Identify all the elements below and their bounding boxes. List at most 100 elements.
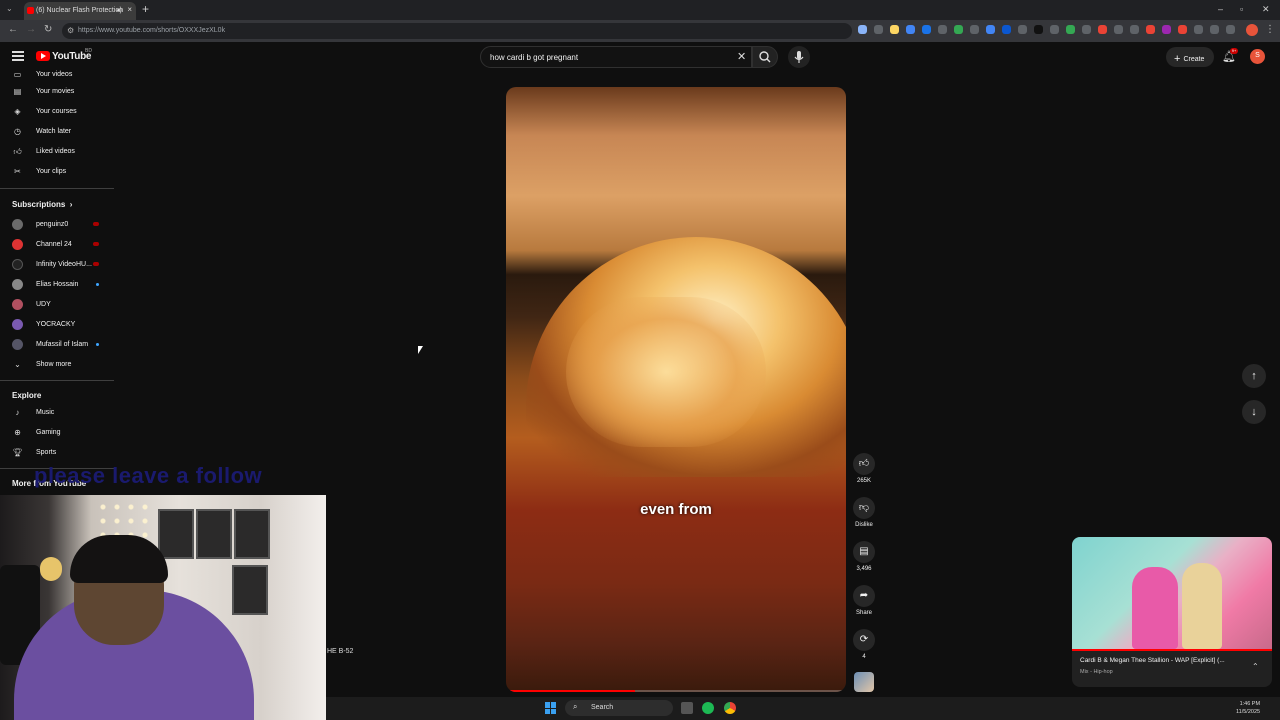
extension-icon[interactable] [1082, 25, 1091, 34]
browser-tab-active[interactable]: (6) Nuclear Flash Protection ◂) × [24, 2, 136, 20]
extension-icon[interactable] [906, 25, 915, 34]
extension-icon[interactable] [1130, 25, 1139, 34]
video-progress-fill [506, 690, 636, 692]
sidebar-item-infinity-video[interactable]: Infinity VideoHU... [0, 256, 116, 274]
windows-start-icon[interactable] [545, 702, 557, 714]
reload-icon[interactable]: ↻ [44, 24, 52, 35]
sidebar-item-sports[interactable]: 🏆︎ Sports [0, 444, 116, 462]
like-button[interactable]: 👍︎ 265K [852, 453, 876, 484]
extension-icon[interactable] [1146, 25, 1155, 34]
subscriptions-heading[interactable]: Subscriptions › [12, 200, 72, 209]
side-panel-icon[interactable] [1226, 25, 1235, 34]
sidebar-item-channel-24[interactable]: Channel 24 [0, 236, 116, 254]
extension-icon[interactable] [938, 25, 947, 34]
video-progress-bar[interactable] [506, 690, 846, 692]
youtube-logo-icon[interactable] [36, 51, 50, 61]
clear-search-icon[interactable]: ✕ [737, 50, 746, 63]
live-indicator [93, 262, 99, 266]
tab-search-chevron-icon[interactable]: ⌄ [6, 4, 13, 13]
sidebar-item-udy[interactable]: UDY [0, 296, 116, 314]
extensions-puzzle-icon[interactable] [1210, 25, 1219, 34]
extension-icon[interactable] [970, 25, 979, 34]
chrome-icon[interactable] [724, 702, 736, 714]
search-input[interactable]: how cardi b got pregnant ✕ [480, 46, 752, 68]
mini-player[interactable]: Cardi B & Megan Thee Stallion - WAP [Exp… [1072, 537, 1272, 687]
search-button[interactable] [752, 46, 778, 68]
extension-icon[interactable] [1194, 25, 1203, 34]
sidebar-item-music[interactable]: ♪ Music [0, 404, 116, 422]
previous-short-arrow-up-icon[interactable]: ↑ [1242, 364, 1266, 388]
forward-arrow-icon[interactable]: → [26, 24, 36, 35]
back-arrow-icon[interactable]: ← [8, 24, 18, 35]
extension-icon[interactable] [1066, 25, 1075, 34]
wall-photo [158, 509, 194, 559]
live-indicator [93, 242, 99, 246]
search-icon [759, 51, 771, 63]
extension-icon[interactable] [922, 25, 931, 34]
extension-icon[interactable] [1034, 25, 1043, 34]
window-close-button[interactable]: ✕ [1262, 4, 1270, 15]
account-avatar[interactable]: S [1250, 49, 1265, 64]
remix-button[interactable]: ⟳ 4 [852, 629, 876, 660]
extension-icon[interactable] [1098, 25, 1107, 34]
sidebar-item-penguinz0[interactable]: penguinz0 [0, 216, 116, 234]
extension-icon[interactable] [1178, 25, 1187, 34]
sidebar-item-gaming[interactable]: ⊕ Gaming [0, 424, 116, 442]
mini-player-title[interactable]: Cardi B & Megan Thee Stallion - WAP [Exp… [1080, 657, 1250, 664]
sidebar-item-your-courses[interactable]: ◈ Your courses [0, 103, 116, 121]
url-field[interactable]: ⚙ https://www.youtube.com/shorts/OXXXJez… [62, 23, 852, 39]
extension-icon[interactable] [1018, 25, 1027, 34]
show-more-button[interactable]: ⌄ Show more [0, 356, 116, 374]
mini-player-video[interactable] [1072, 537, 1272, 649]
sidebar-item-your-videos[interactable]: ▭ Your videos [0, 66, 116, 84]
next-short-arrow-down-icon[interactable]: ↓ [1242, 400, 1266, 424]
file-explorer-icon[interactable] [681, 702, 693, 714]
extension-icon[interactable] [1162, 25, 1171, 34]
create-button[interactable]: + Create [1166, 47, 1214, 67]
spotify-icon[interactable] [702, 702, 714, 714]
sidebar-item-yocracky[interactable]: YOCRACKY [0, 316, 116, 334]
window-maximize-button[interactable]: ▫ [1240, 4, 1243, 14]
scissors-icon: ✂ [14, 167, 21, 176]
sidebar-item-watch-later[interactable]: ◷ Watch later [0, 123, 116, 141]
taskbar-search[interactable]: ⌕ Search [565, 700, 673, 716]
site-info-icon[interactable]: ⚙ [67, 26, 74, 35]
browser-address-bar: ← → ↻ ⚙ https://www.youtube.com/shorts/O… [0, 20, 1280, 42]
sidebar-item-liked-videos[interactable]: 👍︎ Liked videos [0, 143, 116, 161]
mini-player-progress[interactable] [1072, 649, 1272, 651]
sidebar-item-your-clips[interactable]: ✂ Your clips [0, 163, 116, 181]
voice-search-button[interactable] [788, 46, 810, 68]
comment-count: 3,496 [856, 566, 872, 572]
sound-thumbnail[interactable] [854, 672, 874, 692]
mini-player-subtitle: Mix - Hip-hop [1080, 669, 1113, 675]
mouse-cursor-icon [418, 346, 423, 354]
short-video-player[interactable]: even from [506, 87, 846, 692]
extension-icon[interactable] [874, 25, 883, 34]
sidebar-item-mufassil-of-islam[interactable]: Mufassil of Islam [0, 336, 116, 354]
browser-profile-avatar[interactable] [1246, 24, 1258, 36]
wall-photo [232, 565, 268, 615]
browser-menu-icon[interactable]: ⋮ [1265, 24, 1275, 35]
sidebar-item-your-movies[interactable]: ▤ Your movies [0, 83, 116, 101]
tab-close-icon[interactable]: × [127, 5, 132, 14]
extension-icon[interactable] [986, 25, 995, 34]
tab-audio-icon[interactable]: ◂) [116, 6, 122, 14]
window-minimize-button[interactable]: – [1218, 4, 1223, 14]
live-indicator [93, 222, 99, 226]
new-tab-button[interactable]: + [142, 2, 149, 16]
share-button[interactable]: ➦ Share [852, 585, 876, 616]
taskbar-clock[interactable]: 1:46 PM 11/5/2025 [1236, 700, 1260, 716]
chevron-up-icon[interactable]: ⌃ [1252, 662, 1259, 671]
extension-icon[interactable] [1114, 25, 1123, 34]
menu-icon[interactable] [12, 51, 24, 61]
channel-name: Channel 24 [36, 241, 72, 248]
extension-icon[interactable] [1002, 25, 1011, 34]
bookmark-star-icon[interactable] [890, 25, 899, 34]
sidebar-item-elias-hossain[interactable]: Elias Hossain [0, 276, 116, 294]
comments-button[interactable]: ▤ 3,496 [852, 541, 876, 572]
thumbs-up-icon: 👍︎ [853, 453, 875, 475]
extension-icon[interactable] [954, 25, 963, 34]
dislike-button[interactable]: 👎︎ Dislike [852, 497, 876, 528]
extension-icon[interactable] [1050, 25, 1059, 34]
extension-icon[interactable] [858, 25, 867, 34]
